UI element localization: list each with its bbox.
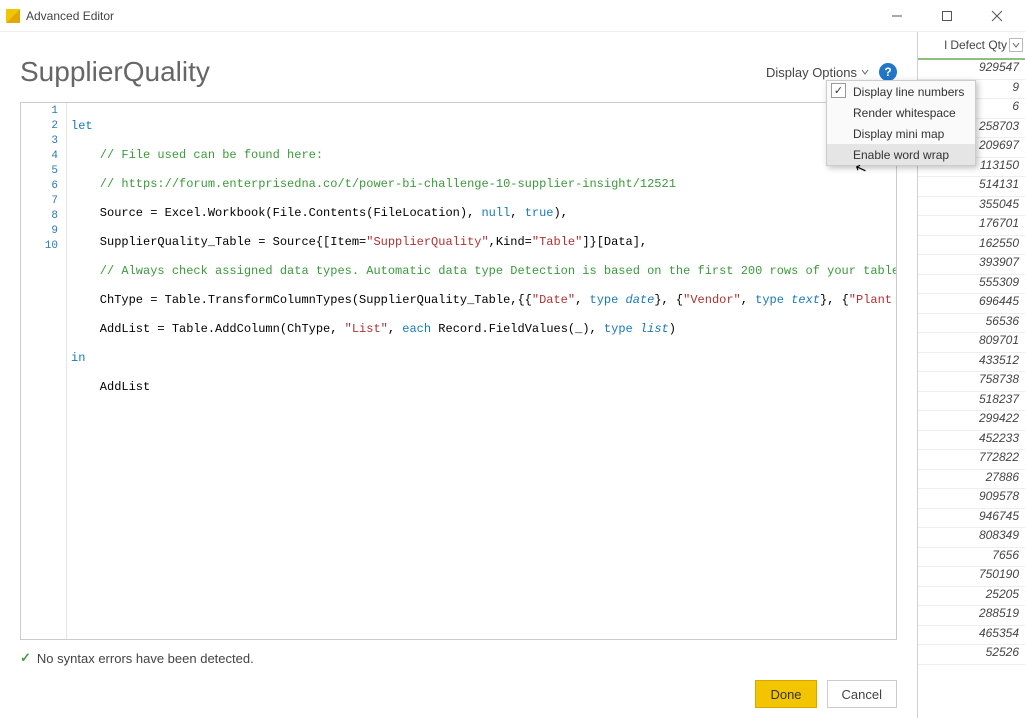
line-number: 9	[21, 225, 66, 240]
help-icon[interactable]: ?	[879, 63, 897, 81]
checkbox-icon: ✓	[831, 83, 846, 98]
dropdown-item-label: Render whitespace	[853, 106, 956, 120]
data-cell[interactable]: 299422	[918, 411, 1025, 431]
dropdown-item-label: Display mini map	[853, 127, 944, 141]
status-bar: ✓ No syntax errors have been detected.	[20, 640, 897, 670]
done-button[interactable]: Done	[755, 680, 816, 708]
line-number: 3	[21, 135, 66, 150]
dropdown-item[interactable]: Enable word wrap↖	[827, 144, 975, 165]
data-cell[interactable]: 162550	[918, 236, 1025, 256]
display-options-label: Display Options	[766, 65, 857, 80]
data-cell[interactable]: 909578	[918, 489, 1025, 509]
cancel-button[interactable]: Cancel	[827, 680, 897, 708]
data-cell[interactable]: 355045	[918, 197, 1025, 217]
data-cell[interactable]: 946745	[918, 509, 1025, 529]
window-title: Advanced Editor	[26, 9, 114, 23]
data-cell[interactable]: 555309	[918, 275, 1025, 295]
code-editor[interactable]: 12345678910 let // File used can be foun…	[20, 102, 897, 640]
code-area[interactable]: let // File used can be found here: // h…	[67, 103, 896, 639]
line-number: 6	[21, 180, 66, 195]
query-title: SupplierQuality	[20, 56, 210, 88]
app-icon	[6, 9, 20, 23]
line-number: 4	[21, 150, 66, 165]
data-cell[interactable]: 808349	[918, 528, 1025, 548]
line-number-gutter: 12345678910	[21, 103, 67, 639]
data-cell[interactable]: 696445	[918, 294, 1025, 314]
data-cell[interactable]: 25205	[918, 587, 1025, 607]
display-options-dropdown: ✓ Display line numbers Render whitespace Di…	[826, 80, 976, 166]
data-cell[interactable]: 52526	[918, 645, 1025, 665]
line-number: 2	[21, 120, 66, 135]
data-cell[interactable]: 809701	[918, 333, 1025, 353]
display-options-button[interactable]: Display Options	[766, 65, 869, 80]
data-cell[interactable]: 514131	[918, 177, 1025, 197]
data-cell[interactable]: 750190	[918, 567, 1025, 587]
dropdown-item[interactable]: Render whitespace	[827, 102, 975, 123]
column-header-defect-qty[interactable]: l Defect Qty	[918, 32, 1025, 60]
column-header-label: l Defect Qty	[944, 38, 1007, 52]
window-titlebar: Advanced Editor	[0, 0, 1025, 32]
data-cell[interactable]: 27886	[918, 470, 1025, 490]
minimize-button[interactable]	[883, 2, 911, 30]
dropdown-item-label: Display line numbers	[853, 85, 964, 99]
line-number: 8	[21, 210, 66, 225]
data-cell[interactable]: 288519	[918, 606, 1025, 626]
column-dropdown-icon[interactable]	[1009, 38, 1023, 52]
dropdown-item[interactable]: ✓ Display line numbers	[827, 81, 975, 102]
data-cell[interactable]: 452233	[918, 431, 1025, 451]
close-button[interactable]	[983, 2, 1011, 30]
maximize-button[interactable]	[933, 2, 961, 30]
line-number: 5	[21, 165, 66, 180]
line-number: 10	[21, 240, 66, 255]
status-message: No syntax errors have been detected.	[37, 651, 254, 666]
data-cell[interactable]: 465354	[918, 626, 1025, 646]
data-cell[interactable]: 929547	[918, 60, 1025, 80]
dropdown-item[interactable]: Display mini map	[827, 123, 975, 144]
dropdown-item-label: Enable word wrap	[853, 148, 949, 162]
data-cell[interactable]: 433512	[918, 353, 1025, 373]
line-number: 7	[21, 195, 66, 210]
advanced-editor-dialog: SupplierQuality Display Options ? 123456…	[0, 32, 917, 718]
data-cell[interactable]: 56536	[918, 314, 1025, 334]
line-number: 1	[21, 105, 66, 120]
data-cell[interactable]: 7656	[918, 548, 1025, 568]
data-cell[interactable]: 393907	[918, 255, 1025, 275]
check-icon: ✓	[20, 650, 31, 666]
data-cell[interactable]: 176701	[918, 216, 1025, 236]
data-cell[interactable]: 518237	[918, 392, 1025, 412]
data-cell[interactable]: 758738	[918, 372, 1025, 392]
data-cell[interactable]: 772822	[918, 450, 1025, 470]
